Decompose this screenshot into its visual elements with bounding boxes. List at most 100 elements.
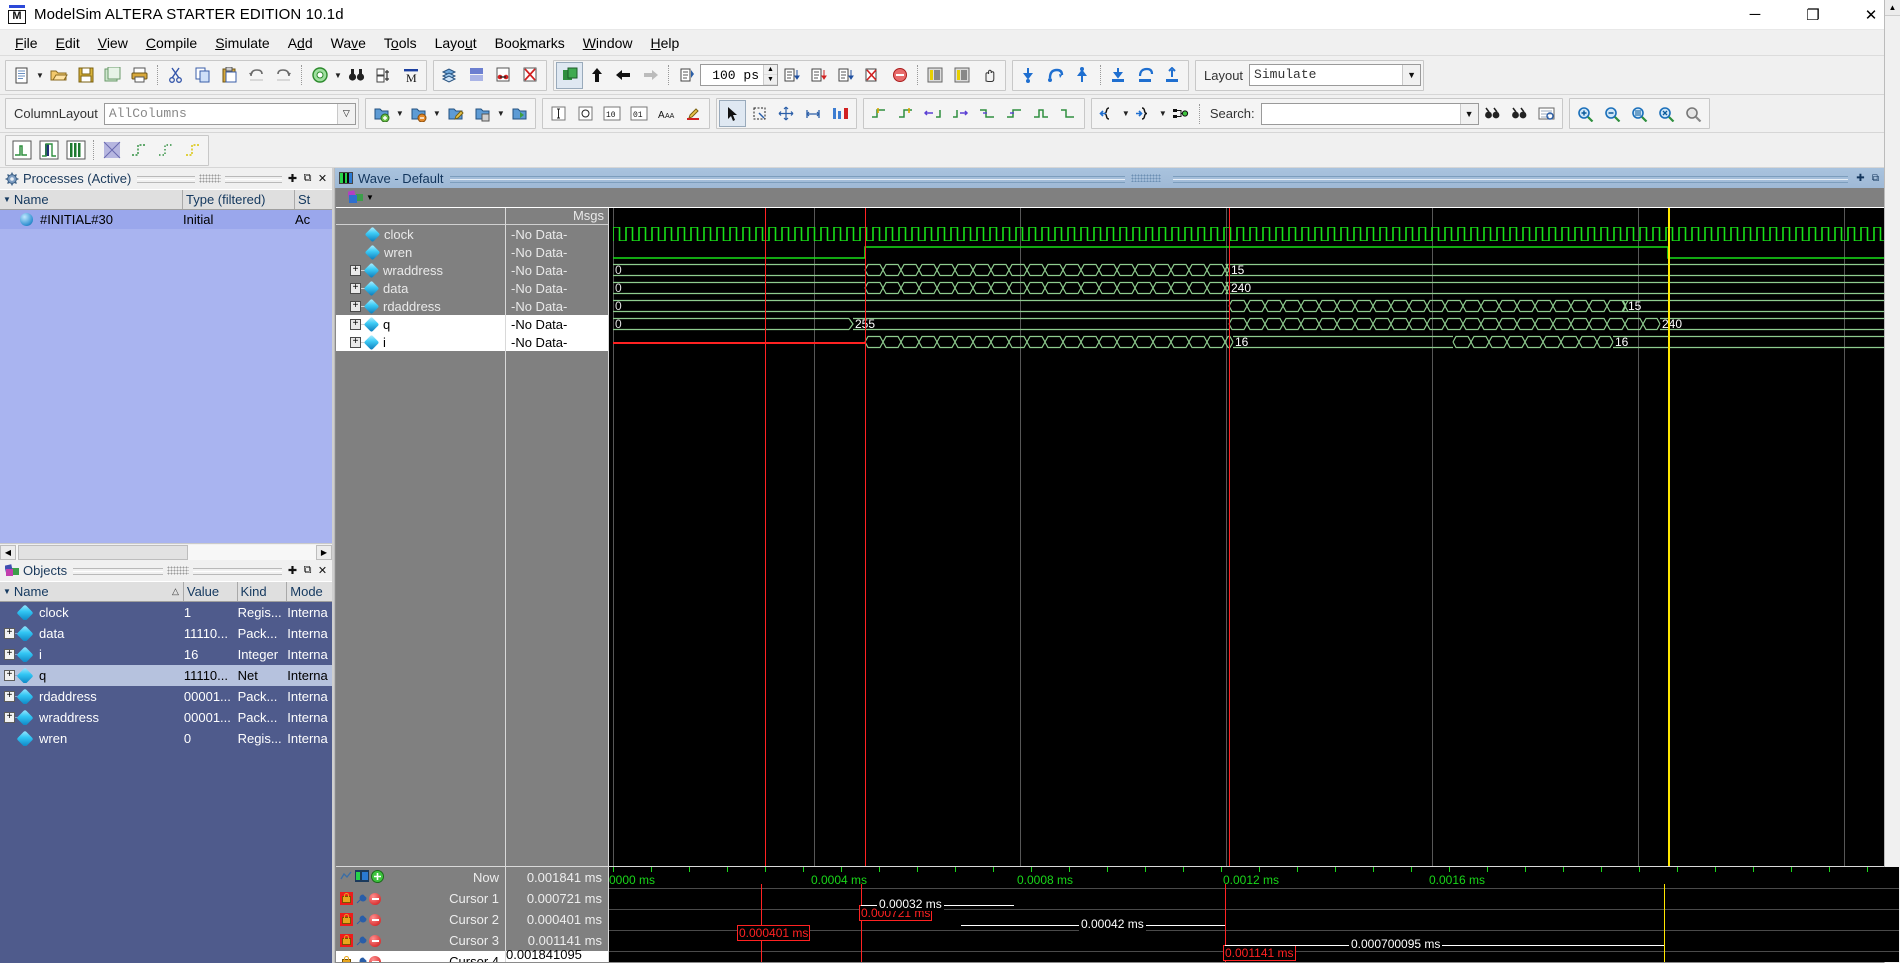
expand-icon[interactable]: + <box>4 649 15 660</box>
new-file-icon[interactable] <box>9 63 34 88</box>
zoom-select-icon[interactable] <box>747 101 772 126</box>
search-prev-icon[interactable] <box>1480 101 1505 126</box>
menu-item-layout[interactable]: Layout <box>426 32 486 54</box>
cursor-wrench-icon[interactable] <box>355 935 367 947</box>
expand-icon[interactable]: + <box>4 628 15 639</box>
layout-chevron-down-icon[interactable]: ▼ <box>1402 65 1421 85</box>
cursor-1-line[interactable] <box>865 208 866 866</box>
objects-grip[interactable] <box>73 565 163 576</box>
run-length-spinbox[interactable]: 100 ps ▲ ▼ <box>700 64 778 86</box>
add-dropdown-icon[interactable]: ▼ <box>333 63 343 88</box>
restart-icon[interactable] <box>674 63 699 88</box>
menu-item-view[interactable]: View <box>89 32 137 54</box>
expand-net-icon[interactable] <box>1169 101 1194 126</box>
goto-bookmark-icon[interactable] <box>507 101 532 126</box>
wave-thumbnail-icon[interactable] <box>355 870 369 885</box>
cursor-3-flag[interactable]: 0.001141 ms <box>1223 945 1296 961</box>
cursor-value[interactable]: 0.001841 ms <box>506 867 608 888</box>
objects-col-mode[interactable]: Mode <box>287 582 332 601</box>
cursor-row[interactable]: Cursor 2 <box>336 909 505 930</box>
modelsim-m-icon[interactable]: M <box>398 63 423 88</box>
menu-item-simulate[interactable]: Simulate <box>206 32 278 54</box>
edit-bookmark-icon[interactable] <box>443 101 468 126</box>
continue-run-icon[interactable] <box>806 63 831 88</box>
open-folder-icon[interactable] <box>46 63 71 88</box>
wave-hatch-icon[interactable] <box>99 138 124 163</box>
undo-icon[interactable] <box>244 63 269 88</box>
cursor-3-line[interactable] <box>1229 208 1230 866</box>
edge-any-icon[interactable] <box>1029 101 1054 126</box>
zoom-fit-icon[interactable] <box>1627 101 1652 126</box>
objects-dock-button[interactable]: ✚ <box>286 564 299 577</box>
processes-scroll-track[interactable] <box>16 544 316 560</box>
menu-item-help[interactable]: Help <box>642 32 689 54</box>
edge-left-icon[interactable] <box>921 101 946 126</box>
processes-scroll-right-icon[interactable]: ▶ <box>316 544 332 560</box>
compile-all-icon[interactable] <box>464 63 489 88</box>
run-length-up-icon[interactable]: ▲ <box>764 65 777 75</box>
cursor-delete-icon[interactable] <box>369 934 381 947</box>
cursor-row[interactable]: Cursor 1 <box>336 888 505 909</box>
cursor-track-line-1[interactable] <box>761 884 762 962</box>
step-over-wave-icon[interactable] <box>1133 63 1158 88</box>
table-row[interactable]: + i 16 Integer Interna <box>0 644 332 665</box>
find-next-icon[interactable] <box>371 63 396 88</box>
delete-bookmark-icon[interactable] <box>406 101 431 126</box>
cursor-delete-icon[interactable] <box>369 892 381 905</box>
cursor-delete-icon[interactable] <box>369 913 381 926</box>
end-simulation-icon[interactable] <box>518 63 543 88</box>
minimize-button[interactable]: ─ <box>1726 0 1784 30</box>
redo-icon[interactable] <box>271 63 296 88</box>
delete-bookmark-dropdown-icon[interactable]: ▼ <box>432 101 442 126</box>
add-bookmark-dropdown-icon[interactable]: ▼ <box>395 101 405 126</box>
expand-icon[interactable]: + <box>4 670 15 681</box>
circle-marker-icon[interactable] <box>573 101 598 126</box>
wave-signal-icon[interactable] <box>9 138 34 163</box>
expand-left-dropdown-icon[interactable]: ▼ <box>1121 101 1131 126</box>
wave-zoom-window-icon[interactable] <box>923 63 948 88</box>
save-all-icon[interactable] <box>100 63 125 88</box>
wave-undock-button[interactable]: ⧉ <box>1869 172 1882 185</box>
processes-grip[interactable] <box>137 173 195 184</box>
maximize-button[interactable]: ❐ <box>1784 0 1842 30</box>
processes-dock-button[interactable]: ✚ <box>286 172 299 185</box>
cut-icon[interactable] <box>163 63 188 88</box>
cursor-lock-icon[interactable] <box>340 892 353 905</box>
cursor-value[interactable]: 0.000401 ms <box>506 909 608 930</box>
layout-combo[interactable]: Simulate ▼ <box>1249 64 1422 86</box>
expand-icon[interactable]: + <box>350 318 361 330</box>
break-icon[interactable] <box>860 63 885 88</box>
cursor-track-line-2[interactable] <box>861 884 862 962</box>
processes-undock-button[interactable]: ⧉ <box>301 172 314 185</box>
cursor-lock-icon[interactable] <box>340 913 353 926</box>
table-row[interactable]: + wraddress 00001... Pack... Interna <box>0 707 332 728</box>
expand-icon[interactable]: + <box>350 300 361 312</box>
edge-rise-icon[interactable] <box>1002 101 1027 126</box>
measure-icon[interactable] <box>801 101 826 126</box>
zoom-out-icon[interactable] <box>1600 101 1625 126</box>
copy-icon[interactable] <box>190 63 215 88</box>
wave-grip2[interactable] <box>1172 173 1848 183</box>
new-window-icon[interactable] <box>556 61 583 89</box>
expand-icon[interactable]: + <box>350 282 361 294</box>
columnlayout-chevron-down-icon[interactable]: ▽ <box>336 103 355 124</box>
edge-last-icon[interactable] <box>1056 101 1081 126</box>
color-format-icon[interactable] <box>681 101 706 126</box>
wave-signal-row[interactable]: + q <box>336 315 505 333</box>
cursor-wrench-icon[interactable] <box>355 914 367 926</box>
step-into-wave-icon[interactable] <box>1106 63 1131 88</box>
wave-dotted-step-icon[interactable] <box>153 138 178 163</box>
wave-zoom-window2-icon[interactable] <box>950 63 975 88</box>
step-out-wave-icon[interactable] <box>1160 63 1185 88</box>
processes-scroll-left-icon[interactable]: ◀ <box>0 544 16 560</box>
cursor-row[interactable]: Cursor 4 <box>336 951 505 962</box>
wave-filled-icon[interactable] <box>63 138 88 163</box>
edge-first-icon[interactable] <box>867 101 892 126</box>
save-icon[interactable] <box>73 63 98 88</box>
cursor-row[interactable]: Now <box>336 867 505 888</box>
menu-item-window[interactable]: Window <box>574 32 642 54</box>
cursor-timeline[interactable]: 0000 ms 0.0004 ms 0.0008 ms 0.0012 ms 0.0016… <box>609 867 1899 962</box>
menu-item-wave[interactable]: Wave <box>322 32 375 54</box>
cursor-4-line[interactable] <box>1668 208 1670 866</box>
zoom-last-icon[interactable] <box>1654 101 1679 126</box>
